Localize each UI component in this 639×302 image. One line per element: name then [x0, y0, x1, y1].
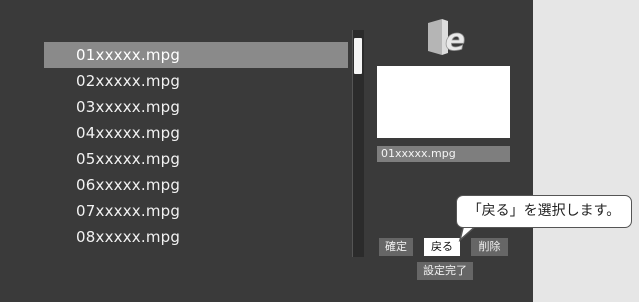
- e-logo-icon: e: [428, 19, 466, 57]
- list-item[interactable]: 08xxxxx.mpg: [44, 224, 348, 250]
- list-item[interactable]: 02xxxxx.mpg: [44, 68, 348, 94]
- scrollbar-thumb[interactable]: [354, 38, 362, 74]
- file-list: 01xxxxx.mpg 02xxxxx.mpg 03xxxxx.mpg 04xx…: [44, 42, 348, 250]
- confirm-button[interactable]: 確定: [379, 238, 413, 256]
- list-item[interactable]: 06xxxxx.mpg: [44, 172, 348, 198]
- list-item[interactable]: 03xxxxx.mpg: [44, 94, 348, 120]
- list-item[interactable]: 04xxxxx.mpg: [44, 120, 348, 146]
- video-preview: [377, 66, 510, 138]
- back-button[interactable]: 戻る: [424, 238, 460, 256]
- settings-done-button[interactable]: 設定完了: [417, 262, 473, 280]
- svg-text:e: e: [445, 23, 465, 57]
- list-item[interactable]: 01xxxxx.mpg: [44, 42, 348, 68]
- preview-filename: 01xxxxx.mpg: [377, 146, 510, 162]
- screen: 01xxxxx.mpg 02xxxxx.mpg 03xxxxx.mpg 04xx…: [0, 0, 533, 302]
- instruction-callout: 「戻る」を選択します。: [456, 195, 632, 228]
- list-item[interactable]: 07xxxxx.mpg: [44, 198, 348, 224]
- list-item[interactable]: 05xxxxx.mpg: [44, 146, 348, 172]
